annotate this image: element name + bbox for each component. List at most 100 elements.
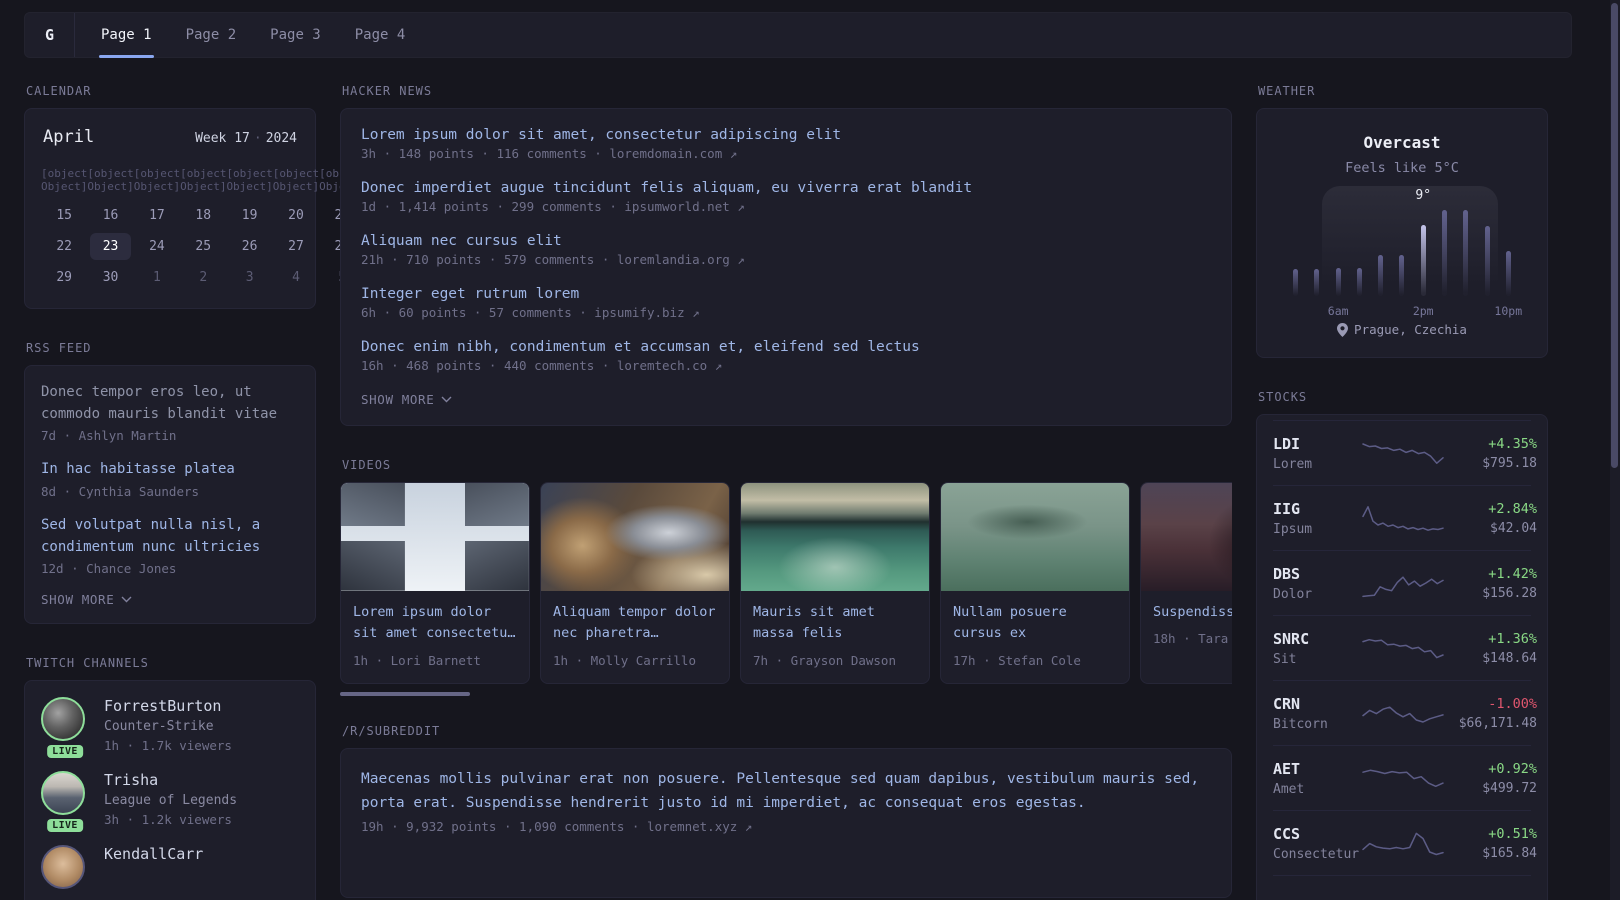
stock-row[interactable]: CCS Consectetur +0.51% $165.84 <box>1273 810 1537 875</box>
weather-hour-label: 10pm <box>1494 304 1523 318</box>
hackernews-item-meta[interactable]: 3h · 148 points · 116 comments · loremdo… <box>361 146 1211 161</box>
location-pin-icon <box>1337 322 1349 337</box>
weather-hourly-chart: 6am 9° 2pm 10pm <box>1285 186 1522 318</box>
weather-feels-like: Feels like 5°C <box>1345 160 1459 176</box>
calendar-weekday-header: [object Object] <box>180 167 227 193</box>
stock-row[interactable]: AET Amet +0.92% $499.72 <box>1273 745 1537 810</box>
hackernews-item: Integer eget rutrum lorem 6h · 60 points… <box>361 286 1211 320</box>
stock-change-percent: +1.42% <box>1488 565 1537 582</box>
rss-show-more-button[interactable]: SHOW MORE <box>41 592 299 607</box>
stock-price: $66,171.48 <box>1458 715 1537 731</box>
stock-row[interactable]: CRN Bitcorn -1.00% $66,171.48 <box>1273 680 1537 745</box>
twitch-avatar[interactable]: LIVE <box>41 771 89 833</box>
hackernews-item-title[interactable]: Aliquam nec cursus elit <box>361 233 1211 249</box>
hackernews-item-title[interactable]: Donec enim nibh, condimentum et accumsan… <box>361 339 1211 355</box>
hackernews-item-title[interactable]: Lorem ipsum dolor sit amet, consectetur … <box>361 127 1211 143</box>
calendar-week-year: Week 17 · 2024 <box>195 131 297 146</box>
calendar-day: 4 <box>292 270 300 285</box>
stock-sparkline <box>1362 832 1444 856</box>
twitch-channel-name[interactable]: Trisha <box>104 771 237 789</box>
subreddit-post-meta[interactable]: 19h · 9,932 points · 1,090 comments · lo… <box>361 819 1211 834</box>
stock-row[interactable]: DBS Dolor +1.42% $156.28 <box>1273 550 1537 615</box>
hackernews-item-meta[interactable]: 1d · 1,414 points · 299 comments · ipsum… <box>361 199 1211 214</box>
video-title[interactable]: Suspendisse diam <box>1153 602 1232 623</box>
video-thumbnail[interactable] <box>341 483 529 591</box>
stock-change-percent: +2.84% <box>1488 500 1537 517</box>
app-logo[interactable]: G <box>25 13 75 57</box>
weather-hour-bar <box>1370 210 1391 296</box>
hackernews-item-title[interactable]: Integer eget rutrum lorem <box>361 286 1211 302</box>
stock-sparkline <box>1361 889 1445 900</box>
video-meta[interactable]: 7h · Grayson Dawson <box>753 653 917 668</box>
calendar-month: April <box>43 127 95 147</box>
twitch-avatar[interactable]: LIVE <box>41 697 89 759</box>
stock-sparkline <box>1362 576 1444 598</box>
weather-condition: Overcast <box>1363 133 1441 152</box>
calendar-day: 3 <box>245 270 254 285</box>
twitch-channel-name[interactable]: KendallCarr <box>104 845 203 863</box>
hackernews-show-more-button[interactable]: SHOW MORE <box>361 392 1211 407</box>
video-meta[interactable]: 1h · Molly Carrillo <box>553 653 717 668</box>
page-tab[interactable]: Page 1 <box>99 13 154 58</box>
stock-price: $795.18 <box>1482 455 1537 471</box>
subreddit-post-title[interactable]: Maecenas mollis pulvinar erat non posuer… <box>361 767 1211 816</box>
rss-item-meta: 8d · Cynthia Saunders <box>41 484 200 500</box>
subreddit-post: Maecenas mollis pulvinar erat non posuer… <box>361 767 1211 834</box>
hackernews-item-meta[interactable]: 21h · 710 points · 579 comments · loreml… <box>361 252 1211 267</box>
stock-name: Consectetur <box>1273 846 1360 862</box>
stock-sparkline <box>1362 769 1444 788</box>
twitch-channel-name[interactable]: ForrestBurton <box>104 697 232 715</box>
calendar-day: 16 <box>102 208 119 223</box>
video-meta[interactable]: 1h · Lori Barnett <box>353 653 517 668</box>
stock-row[interactable]: AHS +0.46% <box>1273 875 1537 900</box>
stock-name: Sit <box>1273 651 1297 667</box>
page-tab[interactable]: Page 4 <box>355 13 406 57</box>
videos-row: Lorem ipsum dolor sit amet consectetu… 1… <box>340 482 1232 684</box>
stock-price: $499.72 <box>1482 780 1537 796</box>
weather-location: Prague, Czechia <box>1275 322 1529 337</box>
hackernews-item-meta[interactable]: 6h · 60 points · 57 comments · ipsumify.… <box>361 305 1211 320</box>
page-tabs: Page 1 Page 2 Page 3 Page 4 <box>99 13 439 58</box>
stock-row[interactable]: IIG Ipsum +2.84% $42.04 <box>1273 485 1537 550</box>
video-title[interactable]: Mauris sit amet massa felis <box>753 602 917 645</box>
page-tab[interactable]: Page 3 <box>270 13 321 57</box>
video-meta[interactable]: 17h · Stefan Cole <box>953 653 1117 668</box>
weather-hour-bar <box>1476 210 1497 296</box>
stocks-card: LDI Lorem +4.35% $795.18 IIG Ipsum +2.84… <box>1256 414 1548 900</box>
rss-item-title[interactable]: In hac habitasse platea <box>41 459 299 481</box>
video-thumbnail[interactable] <box>1141 483 1232 591</box>
calendar-day: 29 <box>56 270 72 285</box>
hackernews-item-meta[interactable]: 16h · 468 points · 440 comments · loremt… <box>361 358 1211 373</box>
video-thumbnail[interactable] <box>541 483 729 591</box>
twitch-card: LIVE ForrestBurton Counter-Strike 1h · 1… <box>24 680 316 900</box>
live-badge: LIVE <box>47 819 83 833</box>
stock-name: Dolor <box>1273 586 1313 602</box>
video-title[interactable]: Nullam posuere cursus ex <box>953 602 1117 645</box>
page-scrollbar-thumb[interactable] <box>1611 3 1618 468</box>
twitch-avatar[interactable] <box>41 845 89 890</box>
calendar-weekday-header: [object Object] <box>133 167 181 193</box>
video-title[interactable]: Aliquam tempor dolor nec pharetra… <box>553 602 717 645</box>
video-title[interactable]: Lorem ipsum dolor sit amet consectetu… <box>353 602 517 645</box>
video-card: Lorem ipsum dolor sit amet consectetu… 1… <box>340 482 530 684</box>
video-thumbnail[interactable] <box>741 483 929 591</box>
calendar-day: 17 <box>149 208 165 223</box>
rss-item-title[interactable]: Sed volutpat nulla nisl, a condimentum n… <box>41 515 299 558</box>
hackernews-item-title[interactable]: Donec imperdiet augue tincidunt felis al… <box>361 180 1211 196</box>
weather-hour-bar: 10pm <box>1494 210 1522 318</box>
hackernews-section-title: HACKER NEWS <box>342 84 433 98</box>
stock-row[interactable]: SNRC Sit +1.36% $148.64 <box>1273 615 1537 680</box>
video-meta[interactable]: 18h · Tara <box>1153 631 1232 646</box>
videos-scrollbar-thumb[interactable] <box>340 691 470 696</box>
stock-name: Amet <box>1273 781 1305 797</box>
page-tab[interactable]: Page 2 <box>186 13 237 57</box>
weather-hour-bar <box>1349 210 1370 296</box>
stock-row[interactable]: LDI Lorem +4.35% $795.18 <box>1273 420 1537 485</box>
stock-name: Bitcorn <box>1273 716 1328 732</box>
page-tab-label: Page 4 <box>354 27 406 43</box>
stock-change-percent: +1.36% <box>1488 630 1537 647</box>
rss-item-title[interactable]: Donec tempor eros leo, ut commodo mauris… <box>41 382 299 425</box>
video-thumbnail[interactable] <box>941 483 1129 591</box>
rss-item: Sed volutpat nulla nisl, a condimentum n… <box>41 515 299 576</box>
subreddit-card: Maecenas mollis pulvinar erat non posuer… <box>340 747 1232 898</box>
